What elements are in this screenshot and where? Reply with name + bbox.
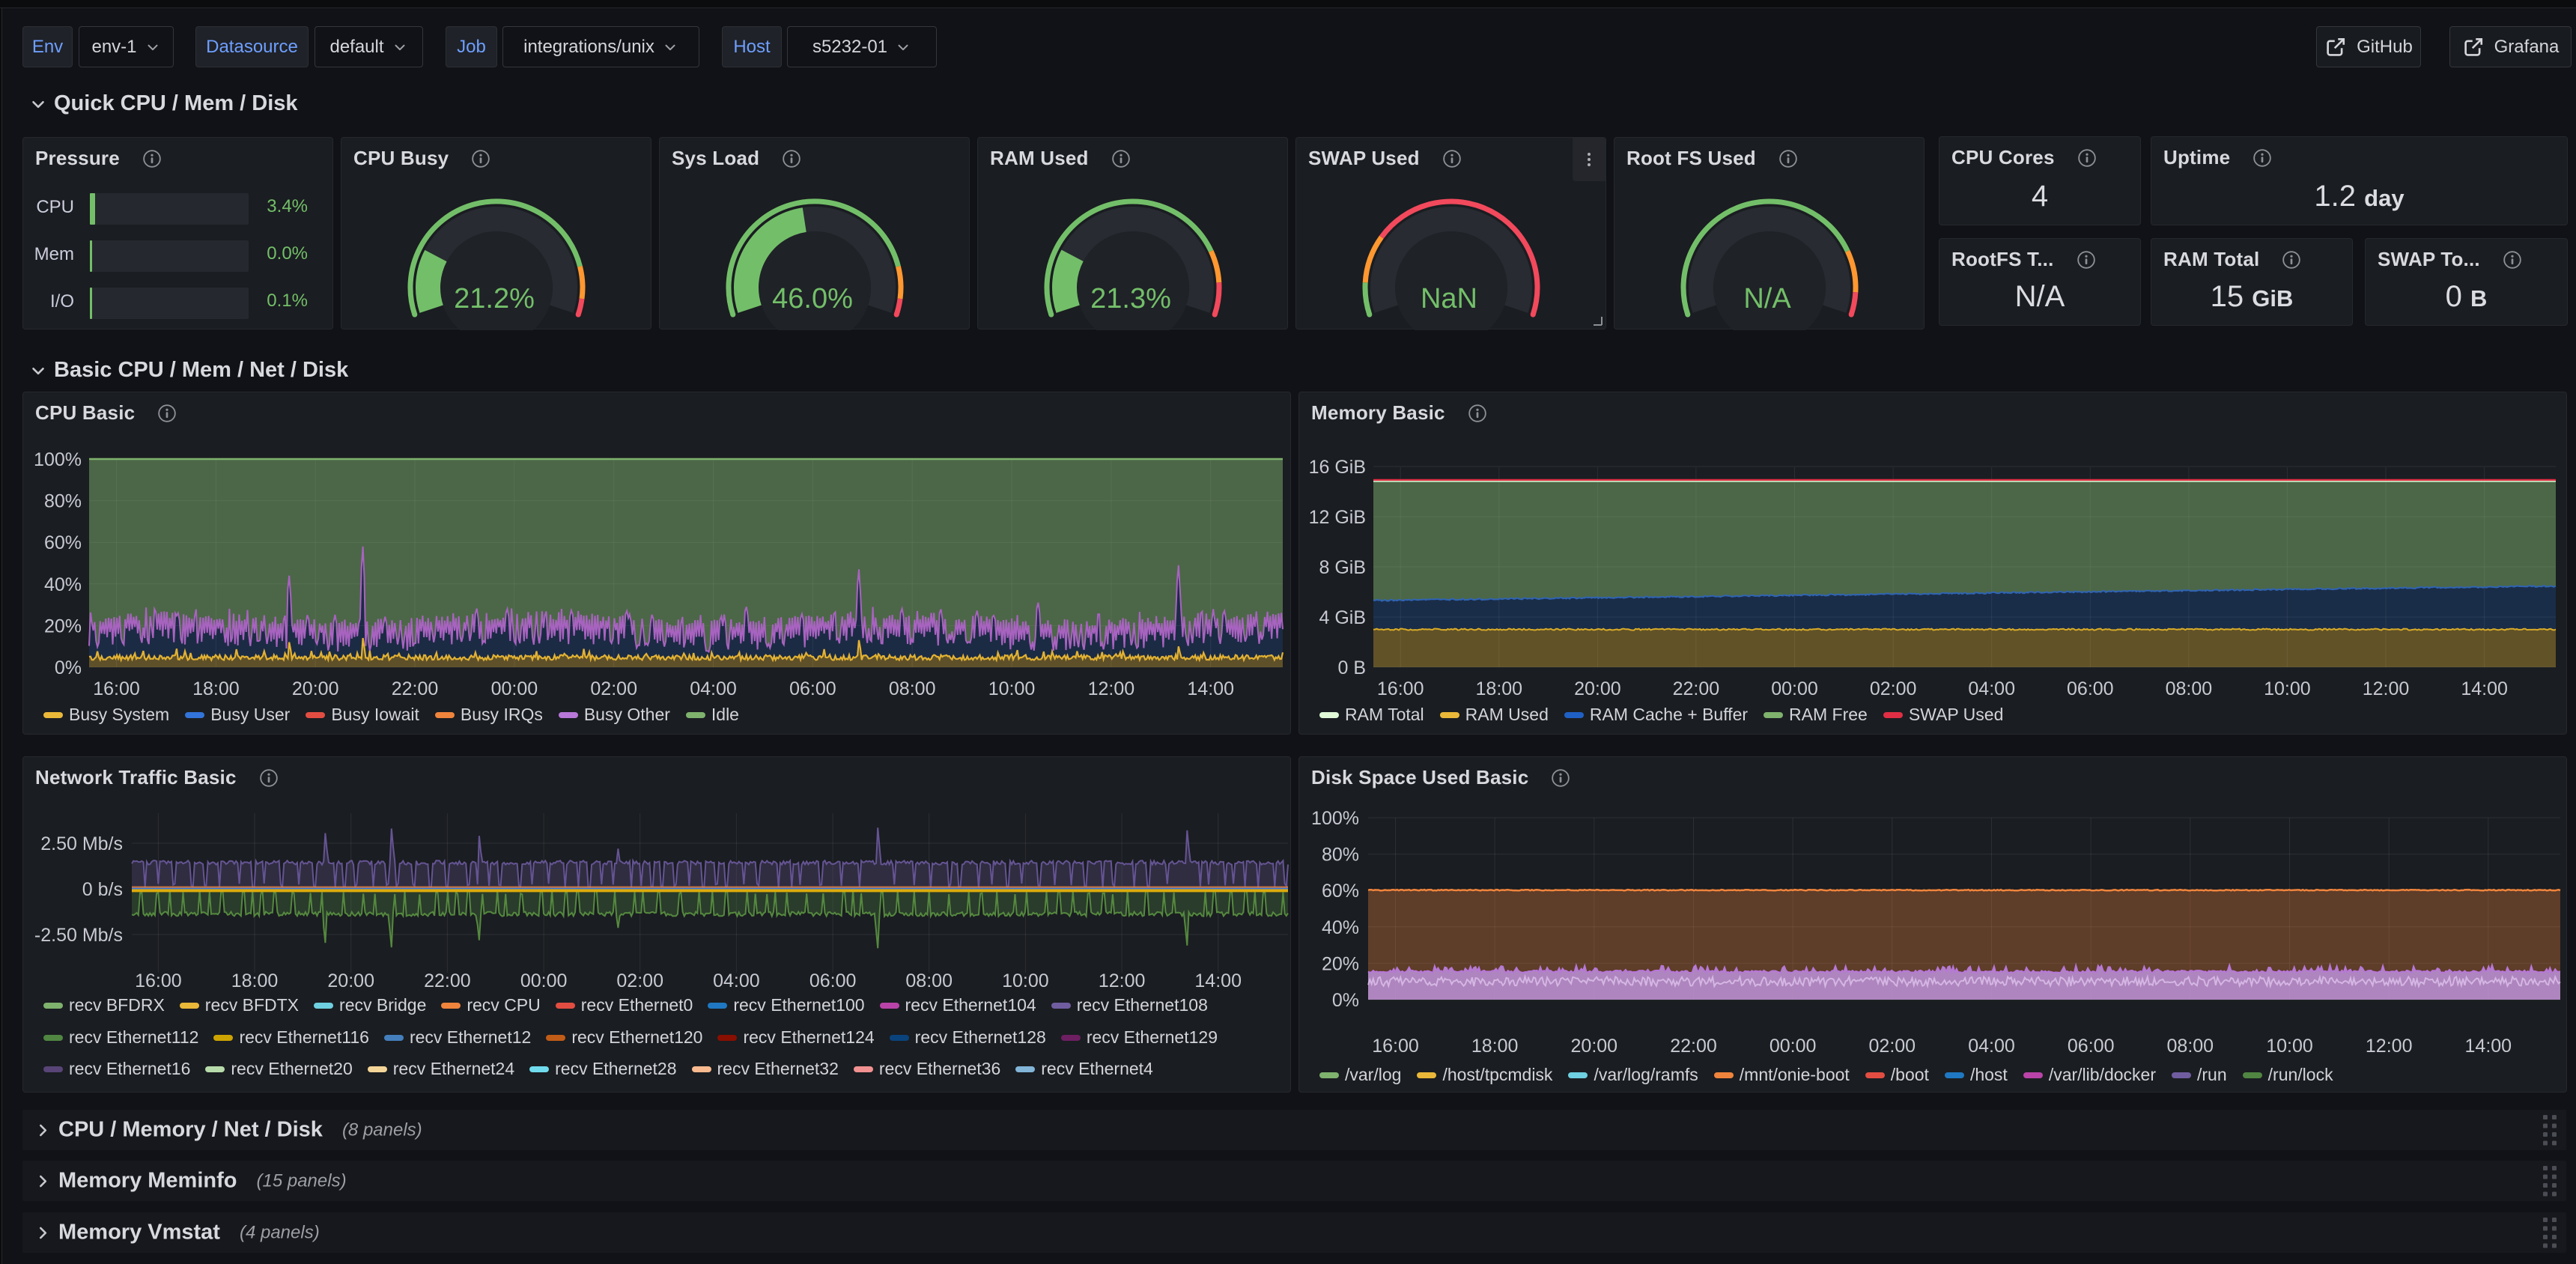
- svg-text:10:00: 10:00: [1002, 970, 1049, 991]
- svg-text:20%: 20%: [44, 616, 82, 636]
- svg-text:04:00: 04:00: [1968, 678, 2015, 699]
- svg-text:NaN: NaN: [1421, 283, 1477, 315]
- svg-text:-2.50 Mb/s: -2.50 Mb/s: [34, 925, 123, 946]
- svg-text:06:00: 06:00: [2068, 1036, 2115, 1057]
- svg-text:46.0%: 46.0%: [772, 283, 853, 315]
- svg-text:00:00: 00:00: [491, 678, 538, 699]
- svg-text:12:00: 12:00: [2363, 678, 2410, 699]
- svg-text:16:00: 16:00: [93, 678, 140, 699]
- svg-text:60%: 60%: [44, 532, 82, 553]
- svg-text:08:00: 08:00: [2166, 678, 2213, 699]
- svg-text:04:00: 04:00: [1968, 1036, 2015, 1057]
- svg-text:40%: 40%: [44, 574, 82, 595]
- svg-text:18:00: 18:00: [192, 678, 240, 699]
- svg-text:14:00: 14:00: [2465, 1036, 2512, 1057]
- svg-text:22:00: 22:00: [424, 970, 471, 991]
- svg-text:02:00: 02:00: [1870, 678, 1917, 699]
- svg-text:0 b/s: 0 b/s: [82, 879, 123, 900]
- svg-text:20:00: 20:00: [1574, 678, 1621, 699]
- svg-text:22:00: 22:00: [1673, 678, 1720, 699]
- svg-text:100%: 100%: [1311, 808, 1359, 829]
- svg-text:04:00: 04:00: [713, 970, 760, 991]
- svg-text:00:00: 00:00: [1770, 1036, 1817, 1057]
- svg-text:16:00: 16:00: [1377, 678, 1424, 699]
- svg-text:20:00: 20:00: [292, 678, 339, 699]
- svg-text:2.50 Mb/s: 2.50 Mb/s: [40, 833, 123, 854]
- svg-text:00:00: 00:00: [520, 970, 568, 991]
- svg-text:14:00: 14:00: [2461, 678, 2508, 699]
- svg-text:100%: 100%: [34, 449, 82, 470]
- svg-text:20%: 20%: [1322, 953, 1359, 974]
- svg-text:10:00: 10:00: [2264, 678, 2311, 699]
- svg-text:20:00: 20:00: [1571, 1036, 1618, 1057]
- svg-text:08:00: 08:00: [2167, 1036, 2214, 1057]
- svg-text:0%: 0%: [1332, 990, 1359, 1011]
- svg-text:18:00: 18:00: [1471, 1036, 1519, 1057]
- svg-text:12:00: 12:00: [2366, 1036, 2413, 1057]
- svg-text:00:00: 00:00: [1771, 678, 1818, 699]
- svg-text:21.3%: 21.3%: [1090, 283, 1171, 315]
- svg-text:4 GiB: 4 GiB: [1319, 607, 1366, 628]
- svg-text:12:00: 12:00: [1088, 678, 1135, 699]
- svg-text:02:00: 02:00: [590, 678, 637, 699]
- svg-text:0 B: 0 B: [1337, 657, 1366, 678]
- svg-text:20:00: 20:00: [327, 970, 374, 991]
- svg-text:08:00: 08:00: [889, 678, 936, 699]
- svg-text:10:00: 10:00: [2266, 1036, 2313, 1057]
- svg-text:14:00: 14:00: [1187, 678, 1234, 699]
- svg-text:06:00: 06:00: [2067, 678, 2114, 699]
- svg-text:10:00: 10:00: [988, 678, 1036, 699]
- svg-text:02:00: 02:00: [616, 970, 663, 991]
- svg-text:16 GiB: 16 GiB: [1309, 457, 1366, 478]
- svg-text:06:00: 06:00: [789, 678, 836, 699]
- svg-text:08:00: 08:00: [905, 970, 953, 991]
- svg-text:22:00: 22:00: [1670, 1036, 1717, 1057]
- svg-text:02:00: 02:00: [1869, 1036, 1916, 1057]
- svg-text:04:00: 04:00: [690, 678, 737, 699]
- svg-text:40%: 40%: [1322, 917, 1359, 938]
- svg-text:12 GiB: 12 GiB: [1309, 507, 1366, 528]
- svg-text:18:00: 18:00: [231, 970, 279, 991]
- svg-text:21.2%: 21.2%: [454, 283, 535, 315]
- svg-text:06:00: 06:00: [809, 970, 857, 991]
- svg-text:22:00: 22:00: [392, 678, 439, 699]
- svg-text:8 GiB: 8 GiB: [1319, 557, 1366, 578]
- svg-text:N/A: N/A: [1743, 283, 1791, 315]
- svg-text:12:00: 12:00: [1099, 970, 1146, 991]
- svg-text:16:00: 16:00: [135, 970, 182, 991]
- svg-text:60%: 60%: [1322, 881, 1359, 902]
- svg-text:80%: 80%: [1322, 845, 1359, 866]
- svg-text:18:00: 18:00: [1476, 678, 1523, 699]
- svg-text:80%: 80%: [44, 491, 82, 512]
- svg-text:16:00: 16:00: [1372, 1036, 1419, 1057]
- svg-text:0%: 0%: [55, 657, 82, 678]
- svg-text:14:00: 14:00: [1194, 970, 1242, 991]
